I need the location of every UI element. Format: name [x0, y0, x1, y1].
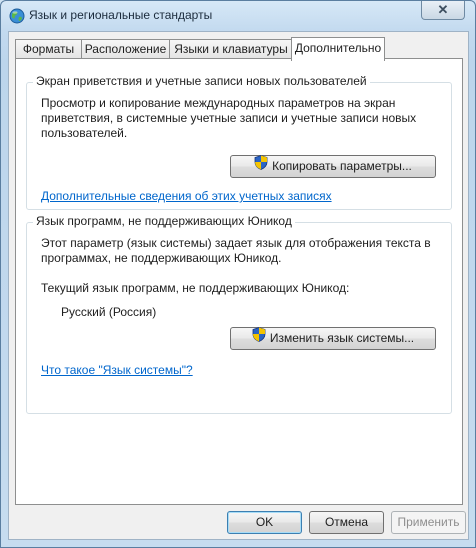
tab-panel-advanced: Экран приветствия и учетные записи новых…	[15, 58, 463, 505]
apply-button[interactable]: Применить	[391, 511, 466, 534]
welcome-description-line-1: Просмотр и копирование международных пар…	[41, 96, 396, 110]
uac-shield-icon	[252, 327, 266, 349]
title-bar[interactable]: Язык и региональные стандарты ✕	[1, 1, 475, 31]
nonunicode-description-line-2: программах, не поддерживающих Юникод.	[41, 251, 282, 265]
close-icon: ✕	[437, 2, 449, 17]
tab-languages-keyboards[interactable]: Языки и клавиатуры	[169, 39, 293, 59]
welcome-group-title: Экран приветствия и учетные записи новых…	[33, 74, 370, 88]
nonunicode-description-line-1: Этот параметр (язык системы) задает язык…	[41, 236, 431, 250]
current-language-label: Текущий язык программ, не поддерживающих…	[41, 281, 350, 295]
change-system-locale-label: Изменить язык системы...	[269, 331, 415, 346]
window-title: Язык и региональные стандарты	[29, 8, 213, 22]
close-button[interactable]: ✕	[421, 1, 465, 20]
nonunicode-language-group: Язык программ, не поддерживающих Юникод …	[26, 214, 452, 414]
dialog-client-area: Форматы Расположение Языки и клавиатуры …	[8, 31, 469, 540]
what-is-system-locale-link[interactable]: Что такое "Язык системы"?	[41, 363, 193, 377]
tab-formats[interactable]: Форматы	[15, 39, 82, 59]
tab-location[interactable]: Расположение	[81, 39, 170, 59]
dialog-window: Язык и региональные стандарты ✕ Форматы …	[0, 0, 476, 548]
uac-shield-icon	[254, 155, 268, 177]
cancel-button[interactable]: Отмена	[309, 511, 384, 534]
change-system-locale-button[interactable]: Изменить язык системы...	[230, 327, 436, 350]
ok-button[interactable]: OK	[227, 511, 302, 534]
welcome-accounts-info-link[interactable]: Дополнительные сведения об этих учетных …	[41, 189, 332, 203]
welcome-description-line-3: пользователей.	[41, 126, 128, 140]
welcome-screen-group: Экран приветствия и учетные записи новых…	[26, 74, 452, 210]
welcome-description-line-2: приветствия, в системные учетные записи …	[41, 111, 417, 125]
copy-settings-button[interactable]: Копировать параметры...	[230, 155, 436, 178]
copy-settings-label: Копировать параметры...	[272, 159, 412, 174]
nonunicode-group-title: Язык программ, не поддерживающих Юникод	[33, 214, 295, 228]
tab-advanced[interactable]: Дополнительно	[291, 37, 385, 61]
globe-icon	[9, 8, 25, 24]
current-language-value: Русский (Россия)	[61, 305, 157, 319]
